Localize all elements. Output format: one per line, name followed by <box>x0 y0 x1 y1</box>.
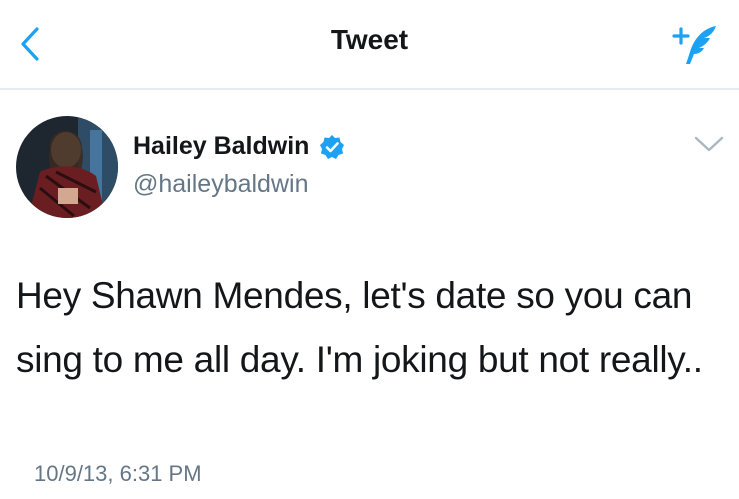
compose-tweet-icon <box>672 26 716 64</box>
chevron-down-icon <box>694 136 724 152</box>
page-title: Tweet <box>330 24 409 55</box>
author-name[interactable]: Hailey Baldwin <box>133 132 309 161</box>
profile-photo <box>16 116 118 218</box>
author-handle[interactable]: @haileybaldwin <box>133 170 308 199</box>
compose-tweet-button[interactable] <box>668 18 722 70</box>
verified-badge-icon <box>320 134 345 159</box>
author-row: Hailey Baldwin <box>133 132 345 161</box>
tweet-timestamp[interactable]: 10/9/13, 6:31 PM <box>34 461 202 487</box>
tweet-options-button[interactable] <box>692 132 726 156</box>
navigation-bar: Tweet <box>0 0 739 90</box>
tweet-text: Hey Shawn Mendes, let's date so you can … <box>16 275 703 380</box>
avatar[interactable] <box>16 116 118 218</box>
